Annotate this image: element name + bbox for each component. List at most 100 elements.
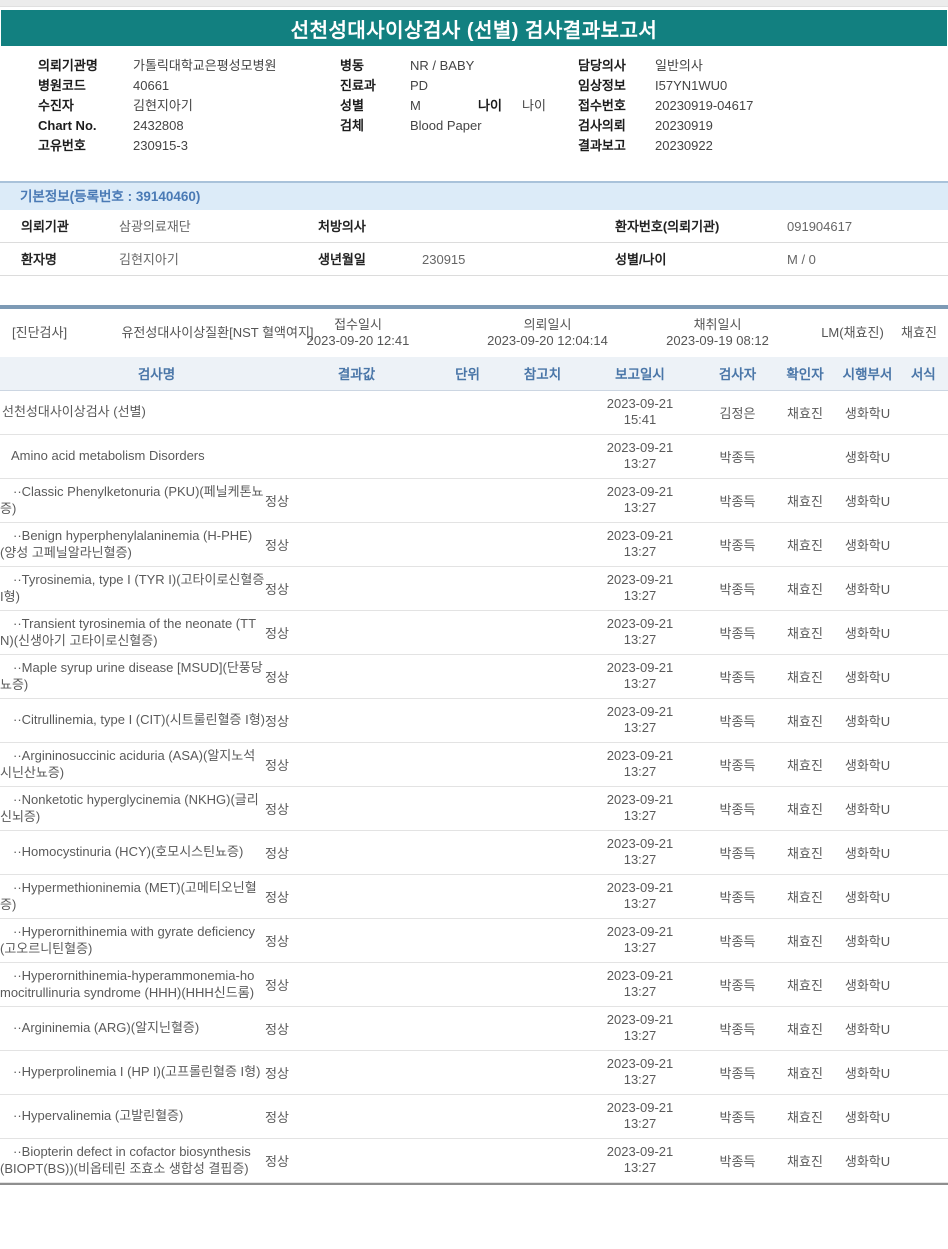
confirmer-cell: 채효진: [775, 1094, 835, 1139]
report-date: 2023-09-21: [606, 1056, 674, 1071]
field-clinical-info: 임상정보 I57YN1WU0: [578, 76, 753, 96]
result-row: ··Biopterin defect in cofactor biosynthe…: [0, 1138, 948, 1183]
confirmer-cell: 채효진: [775, 874, 835, 919]
result-value-cell: 정상: [265, 610, 430, 655]
request-datetime: 의뢰일시 2023-09-20 12:04:14: [455, 309, 640, 357]
tester-cell: 박종득: [700, 522, 775, 567]
unit-cell: [430, 1050, 505, 1095]
field-examinee: 수진자 김현지아기: [38, 96, 277, 116]
form-cell: [900, 918, 948, 963]
col-header-tester: 검사자: [700, 357, 775, 391]
receipt-datetime-value: 2023-09-20 12:41: [306, 333, 410, 348]
report-date: 2023-09-21: [606, 1144, 674, 1159]
receipt-datetime: 접수일시 2023-09-20 12:41: [278, 309, 438, 357]
result-value-cell: 정상: [265, 698, 430, 743]
department-cell: 생화학U: [835, 1094, 900, 1139]
sex-value: M: [410, 98, 421, 113]
sex-label: 성별: [340, 98, 364, 113]
result-row: ··Maple syrup urine disease [MSUD](단풍당뇨증…: [0, 654, 948, 699]
report-date: 2023-09-21: [606, 1100, 674, 1115]
unit-cell: [430, 698, 505, 743]
department-cell: 생화학U: [835, 1050, 900, 1095]
result-row: ··Nonketotic hyperglycinemia (NKHG)(글리신뇌…: [0, 786, 948, 831]
report-date: 2023-09-21: [606, 924, 674, 939]
patient-info-section: 의뢰기관명 가톨릭대학교은평성모병원 병원코드 40661 수진자 김현지아기 Cha…: [0, 56, 948, 170]
report-date: 2023-09-21: [606, 396, 674, 411]
test-name-cell: ··Hypermethioninemia (MET)(고메티오닌혈증): [0, 874, 265, 919]
result-row: ··Argininemia (ARG)(알지닌혈증) 정상 2023-09-21…: [0, 1006, 948, 1051]
form-cell: [900, 1138, 948, 1183]
result-report-date-label: 결과보고: [578, 138, 626, 153]
form-cell: [900, 786, 948, 831]
department-cell: 생화학U: [835, 830, 900, 875]
department-cell: 생화학U: [835, 1006, 900, 1051]
department-cell: 생화학U: [835, 654, 900, 699]
report-time: 15:41: [623, 412, 657, 427]
report-date: 2023-09-21: [606, 616, 674, 631]
tester-cell: 박종득: [700, 566, 775, 611]
result-row: ··Tyrosinemia, type I (TYR I)(고타이로신혈증 I형…: [0, 566, 948, 611]
result-value-cell: 정상: [265, 786, 430, 831]
prescribing-doctor-label: 처방의사: [318, 219, 366, 234]
form-cell: [900, 522, 948, 567]
reference-cell: [505, 1138, 580, 1183]
reference-cell: [505, 1094, 580, 1139]
report-date: 2023-09-21: [606, 528, 674, 543]
unit-cell: [430, 786, 505, 831]
report-date: 2023-09-21: [606, 484, 674, 499]
birth-date-value: 230915: [422, 252, 466, 267]
patient-info-group-right: 담당의사 일반의사 임상정보 I57YN1WU0 접수번호 20230919-0461…: [578, 56, 753, 156]
form-cell: [900, 654, 948, 699]
unique-no-label: 고유번호: [38, 138, 86, 153]
report-date: 2023-09-21: [606, 572, 674, 587]
confirmer-cell: 채효진: [775, 830, 835, 875]
examinee-value: 김현지아기: [133, 98, 193, 113]
report-time: 13:27: [623, 456, 657, 471]
birth-date-label: 생년월일: [318, 252, 366, 267]
field-medical-dept: 진료과 PD: [340, 76, 546, 96]
report-date: 2023-09-21: [606, 792, 674, 807]
reference-cell: [505, 434, 580, 479]
unit-cell: [430, 478, 505, 523]
result-value-cell: 정상: [265, 566, 430, 611]
ward-label: 병동: [340, 58, 364, 73]
report-date: 2023-09-21: [606, 836, 674, 851]
confirmer-cell: 채효진: [775, 522, 835, 567]
confirmer-cell: 채효진: [775, 786, 835, 831]
form-cell: [900, 1050, 948, 1095]
unit-cell: [430, 1006, 505, 1051]
form-cell: [900, 434, 948, 479]
report-title: 선천성대사이상검사 (선별) 검사결과보고서: [290, 19, 658, 42]
form-cell: [900, 830, 948, 875]
result-value-cell: 정상: [265, 874, 430, 919]
form-cell: [900, 742, 948, 787]
form-cell: [900, 390, 948, 435]
confirmer-cell: 채효진: [775, 1006, 835, 1051]
collector-name-2: 채효진: [901, 325, 937, 340]
report-datetime-cell: 2023-09-21 13:27: [580, 918, 700, 963]
test-name-cell: ··Hypervalinemia (고발린혈증): [0, 1094, 265, 1139]
patient-name-value: 김현지아기: [119, 252, 179, 267]
field-chart-no: Chart No. 2432808: [38, 116, 277, 136]
result-row: ··Homocystinuria (HCY)(호모시스틴뇨증) 정상 2023-…: [0, 830, 948, 875]
department-cell: 생화학U: [835, 874, 900, 919]
result-value-cell: 정상: [265, 1050, 430, 1095]
test-name-cell: ··Classic Phenylketonuria (PKU)(페닐케톤뇨증): [0, 478, 265, 523]
report-time: 13:27: [623, 940, 657, 955]
report-time: 13:27: [623, 764, 657, 779]
doctor-label: 담당의사: [578, 58, 626, 73]
reference-cell: [505, 390, 580, 435]
test-name-cell: ··Citrullinemia, type I (CIT)(시트룰린혈증 I형): [0, 698, 265, 743]
unit-cell: [430, 874, 505, 919]
result-value-cell: 정상: [265, 478, 430, 523]
result-value-cell: 정상: [265, 962, 430, 1007]
results-table: 검사명 결과값 단위 참고치 보고일시 검사자 확인자 시행부서 서식 선천성대…: [0, 357, 948, 1183]
test-name-cell: Amino acid metabolism Disorders: [0, 434, 265, 479]
col-header-confirmer: 확인자: [775, 357, 835, 391]
report-time: 13:27: [623, 808, 657, 823]
department-cell: 생화학U: [835, 434, 900, 479]
tester-cell: 박종득: [700, 874, 775, 919]
tester-cell: 박종득: [700, 786, 775, 831]
report-datetime-cell: 2023-09-21 15:41: [580, 390, 700, 435]
